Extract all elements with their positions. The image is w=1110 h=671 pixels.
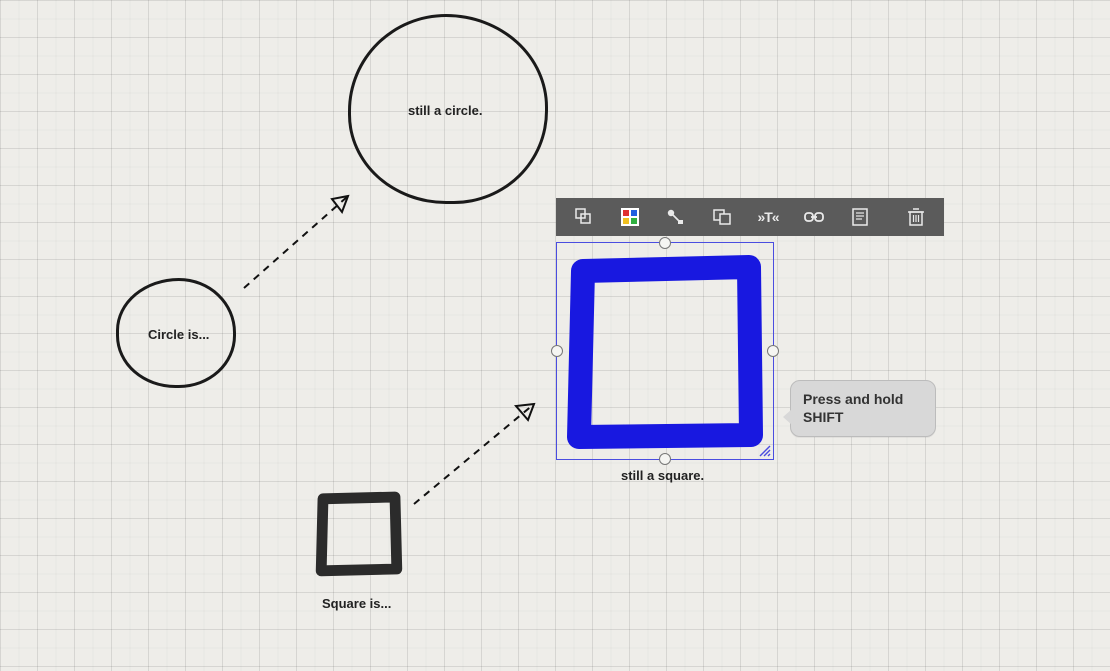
resize-grip-icon[interactable] [757,443,771,457]
toolbar-group-button[interactable] [700,202,744,232]
selection-box[interactable] [556,242,774,460]
toolbar-shape-button[interactable] [562,202,606,232]
square-small-label: Square is... [322,596,391,611]
arrow-square-to-square [406,384,566,514]
shape-square-big[interactable] [565,251,765,451]
selection-handle-right[interactable] [767,345,779,357]
shape-square-small[interactable] [314,488,404,578]
toolbar-color-button[interactable] [608,202,652,232]
diagram-canvas[interactable]: Circle is... still a circle. Square is..… [0,0,1110,671]
arrow-circle-to-circle [236,176,376,296]
selection-handle-top[interactable] [659,237,671,249]
selection-handle-bottom[interactable] [659,453,671,465]
shape-toolbar: »T« [556,198,944,236]
toolbar-text-button[interactable]: »T« [746,202,790,232]
selection-handle-left[interactable] [551,345,563,357]
toolbar-note-button[interactable] [838,202,882,232]
square-big-label: still a square. [621,468,704,483]
circle-big-label: still a circle. [408,103,482,118]
toolbar-delete-button[interactable] [894,202,938,232]
hint-tooltip-text: Press and hold SHIFT [803,391,903,425]
toolbar-link-button[interactable] [792,202,836,232]
circle-small-label: Circle is... [148,327,209,342]
hint-tooltip: Press and hold SHIFT [790,380,936,437]
toolbar-connect-button[interactable] [654,202,698,232]
